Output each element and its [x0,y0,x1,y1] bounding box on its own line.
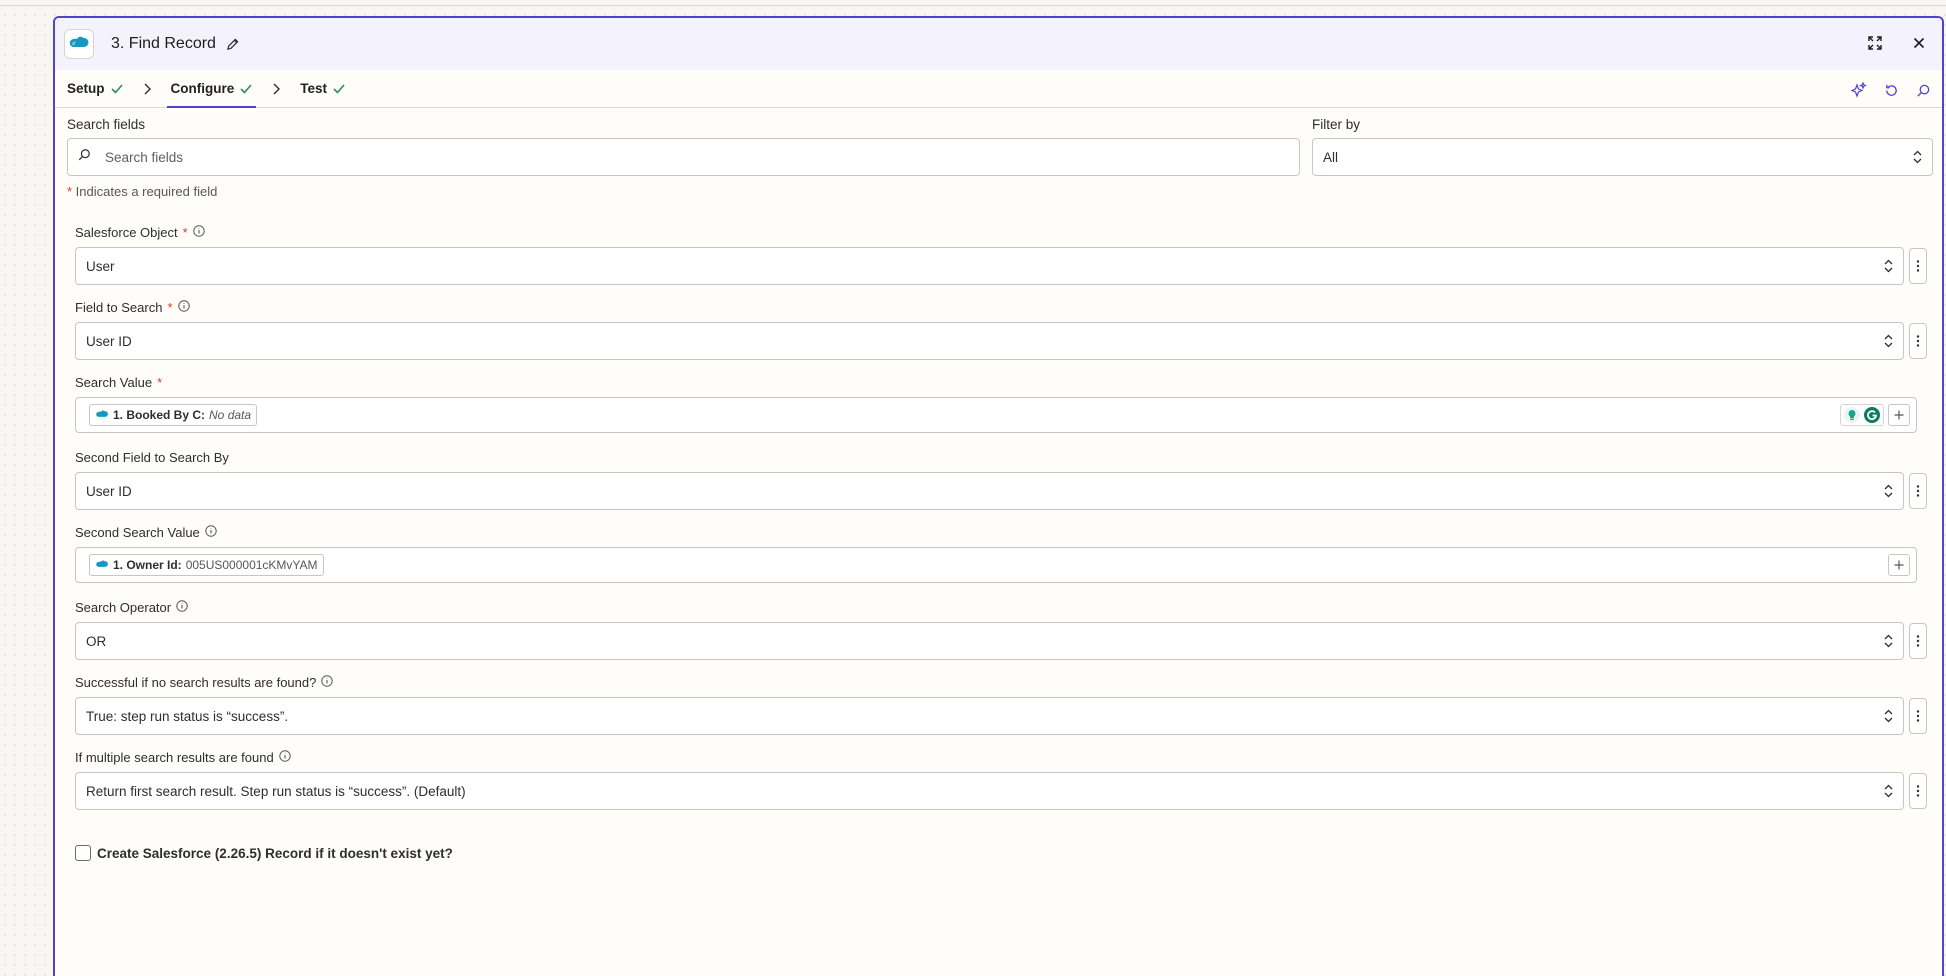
chevron-up-down-icon [1884,334,1893,348]
field-label: Successful if no search results are foun… [75,674,317,690]
select-value: User [86,258,115,274]
pencil-edit-icon[interactable] [222,33,244,55]
step-tabs: Setup Configure Test [55,70,1942,108]
search-fields-label: Search fields [67,117,146,132]
field-options-kebab-icon[interactable] [1909,473,1927,509]
field-field-to-search: Field to Search * User ID [75,298,1927,360]
check-icon [240,83,252,94]
panel-header: sf 3. Find Record [55,18,1942,70]
check-icon [110,83,123,94]
search-fields-input[interactable] [105,149,1255,165]
filter-by-select[interactable]: All [1312,138,1933,176]
field-successful-if-none: Successful if no search results are foun… [75,673,1927,735]
create-if-missing-label[interactable]: Create Salesforce (2.26.5) Record if it … [97,846,453,861]
info-icon[interactable] [177,299,190,315]
lightbulb-icon[interactable] [1843,406,1861,424]
second-field-select[interactable]: User ID [75,472,1905,510]
field-options-kebab-icon[interactable] [1909,248,1927,284]
info-icon[interactable] [205,524,217,540]
chevron-right-icon [143,83,151,95]
field-label: Search Operator [75,599,172,615]
field-second-field-to-search: Second Field to Search By User ID [75,448,1927,510]
field-search-value: Search Value * 1. Booked By C: No data [75,373,1927,433]
second-search-value-input[interactable]: 1. Owner Id: 005US000001cKMvYAM [75,547,1917,583]
field-label: Salesforce Object [75,224,178,240]
field-label: Second Field to Search By [75,449,229,465]
field-options-kebab-icon[interactable] [1909,623,1927,659]
select-value: User ID [86,333,132,349]
field-label: If multiple search results are found [75,749,274,765]
chevron-right-icon [272,83,281,95]
ai-sparkle-icon[interactable] [1848,79,1870,101]
chevron-up-down-icon [1884,259,1893,273]
tab-setup[interactable]: Setup [67,70,123,108]
required-marker: * [167,299,173,315]
multiple-results-select[interactable]: Return first search result. Step run sta… [75,772,1905,810]
search-fields-box [67,138,1300,176]
search-icon[interactable] [1912,79,1934,101]
field-multiple-results: If multiple search results are found Ret… [75,748,1927,810]
salesforce-logo-icon [96,410,108,417]
close-icon[interactable] [1908,32,1930,54]
extension-icons [1840,404,1884,426]
field-search-operator: Search Operator OR [75,598,1927,660]
svg-text:sf: sf [72,41,76,46]
refresh-icon[interactable] [1880,79,1902,101]
tab-test[interactable]: Test [300,70,345,108]
field-label: Second Search Value [75,524,200,540]
required-field-note: * Indicates a required field [67,184,218,199]
info-icon[interactable] [176,599,188,615]
step-editor-panel: sf 3. Find Record Setup Configure Test S… [53,16,1944,976]
field-options-kebab-icon[interactable] [1909,323,1927,359]
field-options-kebab-icon[interactable] [1909,698,1927,734]
mapped-field-token[interactable]: 1. Booked By C: No data [89,404,258,426]
check-icon [333,83,345,94]
chevron-up-down-icon [1884,634,1893,648]
filter-by-label: Filter by [1312,117,1361,132]
chevron-up-down-icon [1884,784,1893,798]
info-icon[interactable] [321,674,334,690]
required-marker: * [182,224,188,240]
mapped-field-token[interactable]: 1. Owner Id: 005US000001cKMvYAM [89,554,324,576]
field-label: Field to Search [75,299,163,315]
successful-if-none-select[interactable]: True: step run status is “success”. [75,697,1905,735]
grammarly-icon[interactable] [1863,406,1881,424]
chevron-up-down-icon [1884,709,1893,723]
chevron-up-down-icon [1884,484,1893,498]
filter-by-value: All [1323,149,1339,165]
required-marker: * [157,374,163,390]
search-value-input[interactable]: 1. Booked By C: No data [75,397,1917,433]
step-title: 3. Find Record [111,35,216,52]
info-icon[interactable] [192,224,205,240]
search-icon [78,148,91,166]
field-options-kebab-icon[interactable] [1909,773,1927,809]
select-value: Return first search result. Step run sta… [86,783,466,799]
select-value: User ID [86,483,132,499]
create-if-missing-checkbox[interactable] [75,845,91,861]
field-to-search-select[interactable]: User ID [75,322,1905,360]
add-mapping-plus-icon[interactable] [1888,404,1910,426]
expand-icon[interactable] [1864,32,1886,54]
field-salesforce-object: Salesforce Object * User [75,223,1927,285]
salesforce-logo-icon: sf [64,29,94,59]
select-value: True: step run status is “success”. [86,708,289,724]
create-if-missing-row: Create Salesforce (2.26.5) Record if it … [75,845,453,861]
info-icon[interactable] [279,749,291,765]
tab-configure[interactable]: Configure [166,70,257,108]
salesforce-logo-icon [96,560,108,567]
field-label: Search Value [75,374,153,390]
chevron-up-down-icon [1913,150,1922,164]
add-mapping-plus-icon[interactable] [1888,554,1910,576]
canvas-top-border [0,0,1946,6]
field-second-search-value: Second Search Value 1. Owner Id: 005US00… [75,523,1927,583]
salesforce-object-select[interactable]: User [75,247,1905,285]
select-value: OR [86,633,107,649]
search-operator-select[interactable]: OR [75,622,1905,660]
